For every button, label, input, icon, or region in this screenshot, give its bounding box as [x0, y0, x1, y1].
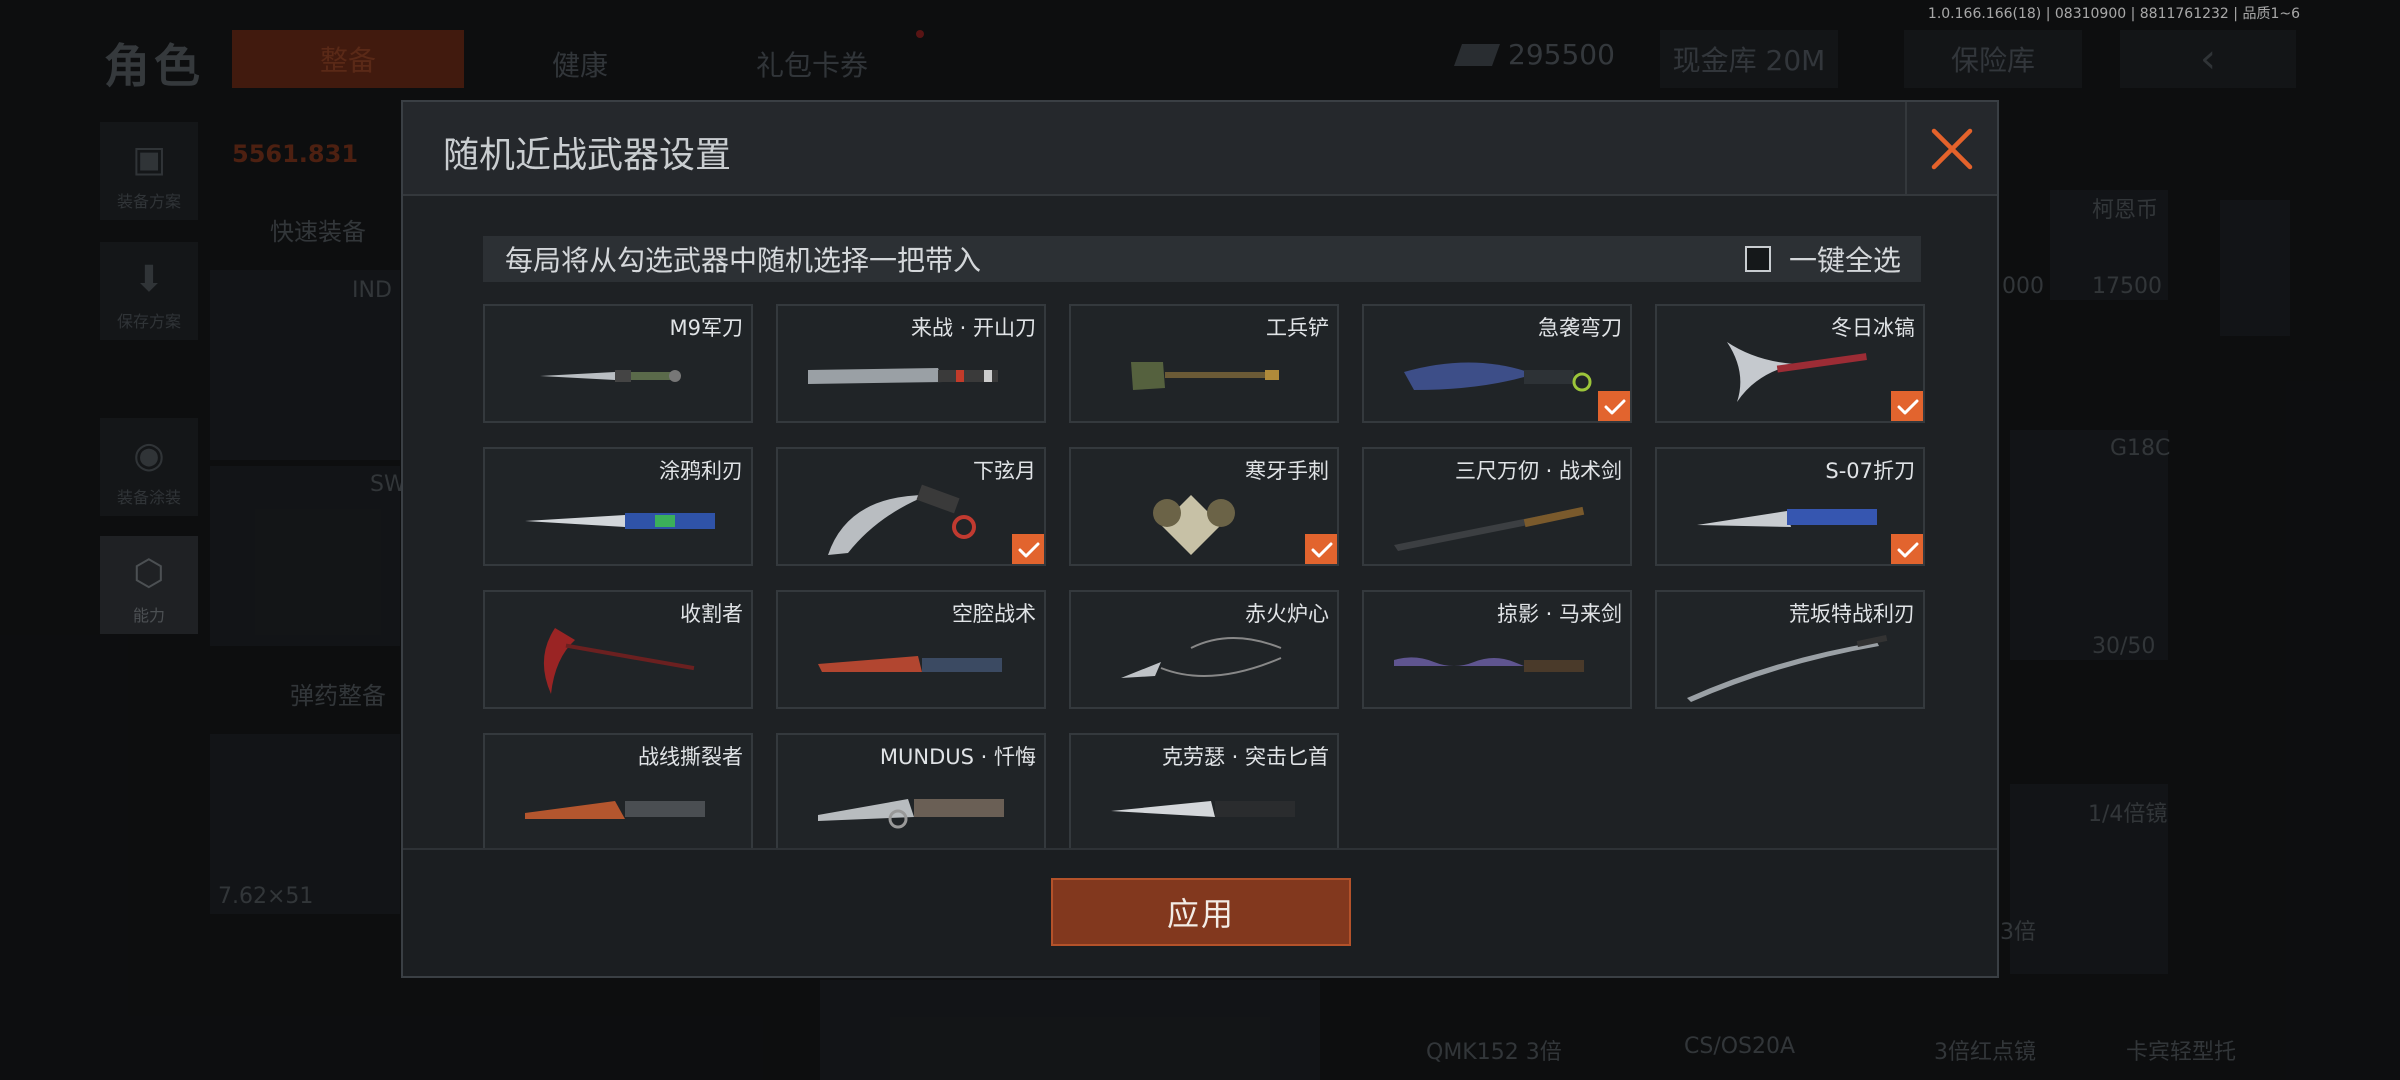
weapon-grid-scroll[interactable]: M9军刀 来战 · 开山刀 工兵铲 急袭弯刀 冬日冰镐涂鸦利刃 下弦月 寒牙手刺 三尺万仞 ·… [483, 304, 1925, 914]
info-bar: 每局将从勾选武器中随机选择一把带入 一键全选 [483, 236, 1921, 282]
dialog-title: 随机近战武器设置 [443, 135, 732, 176]
katana-icon [1687, 634, 1888, 702]
weapon-card[interactable]: 收割者 [483, 590, 753, 709]
checkmark-icon[interactable] [1012, 534, 1044, 564]
weapon-card[interactable]: M9军刀 [483, 304, 753, 423]
bayonet-icon [540, 370, 681, 382]
weapon-card[interactable]: 急袭弯刀 [1362, 304, 1632, 423]
folding-knife-icon [1697, 509, 1877, 527]
checkmark-icon[interactable] [1305, 534, 1337, 564]
ripper-knife-icon [525, 801, 705, 819]
mundus-knife-icon [818, 799, 1004, 829]
select-all-checkbox[interactable] [1744, 246, 1771, 272]
dialog-footer: 应用 [403, 848, 1997, 976]
weapon-grid: M9军刀 来战 · 开山刀 工兵铲 急袭弯刀 冬日冰镐涂鸦利刃 下弦月 寒牙手刺 三尺万仞 ·… [483, 304, 1925, 852]
checkmark-icon[interactable] [1891, 391, 1923, 421]
weapon-card[interactable]: 寒牙手刺 [1069, 447, 1339, 566]
weapon-card[interactable]: 来战 · 开山刀 [776, 304, 1046, 423]
weapon-card[interactable]: 涂鸦利刃 [483, 447, 753, 566]
dialog-header: 随机近战武器设置 [403, 102, 1997, 196]
weapon-card[interactable]: 冬日冰镐 [1655, 304, 1925, 423]
ice-axe-icon [1727, 342, 1867, 402]
scythe-icon [543, 628, 695, 694]
weapon-card[interactable]: 克劳瑟 · 突击匕首 [1069, 733, 1339, 852]
close-button[interactable] [1905, 102, 1997, 196]
push-dagger-icon [1153, 495, 1235, 555]
tactical-knife-icon [818, 656, 1002, 672]
weapon-card[interactable]: 下弦月 [776, 447, 1046, 566]
weapon-card[interactable]: 荒坂特战利刃 [1655, 590, 1925, 709]
weapon-card[interactable]: S-07折刀 [1655, 447, 1925, 566]
weapon-card[interactable]: MUNDUS · 忏悔 [776, 733, 1046, 852]
info-text: 每局将从勾选武器中随机选择一把带入 [505, 244, 982, 277]
weapon-card[interactable]: 工兵铲 [1069, 304, 1339, 423]
weapon-card[interactable]: 战线撕裂者 [483, 733, 753, 852]
kris-icon [1394, 657, 1584, 672]
weapon-card[interactable]: 掠影 · 马来剑 [1362, 590, 1632, 709]
karambit-icon [828, 484, 976, 555]
select-all-label: 一键全选 [1788, 244, 1901, 277]
checkmark-icon[interactable] [1598, 391, 1630, 421]
apply-button[interactable]: 应用 [1051, 878, 1351, 946]
assault-dagger-icon [1111, 801, 1295, 817]
weapon-card[interactable]: 赤火炉心 [1069, 590, 1339, 709]
weapon-card[interactable]: 三尺万仞 · 战术剑 [1362, 447, 1632, 566]
machete-icon [808, 368, 998, 384]
graffiti-knife-icon [525, 513, 715, 529]
close-icon [1931, 128, 1973, 170]
select-all-toggle[interactable]: 一键全选 [1744, 239, 1901, 279]
weapon-card[interactable]: 空腔战术 [776, 590, 1046, 709]
curved-blade-icon [1404, 362, 1592, 392]
chain-blades-icon [1121, 637, 1282, 678]
checkmark-icon[interactable] [1891, 534, 1923, 564]
shovel-icon [1131, 362, 1279, 390]
tactical-sword-icon [1394, 506, 1585, 551]
random-melee-dialog: 随机近战武器设置 每局将从勾选武器中随机选择一把带入 一键全选 M9军刀 来战 ·… [401, 100, 1999, 978]
